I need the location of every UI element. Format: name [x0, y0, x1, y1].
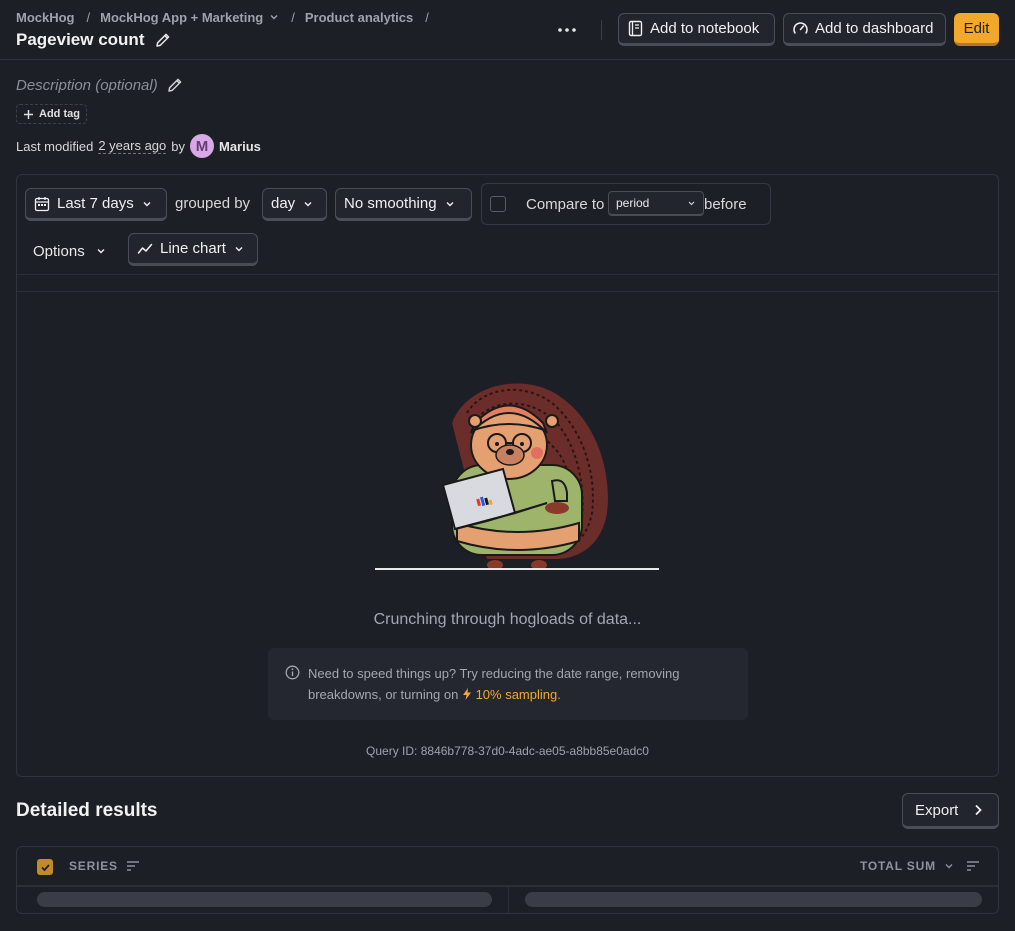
date-range-picker[interactable]: Last 7 days — [25, 188, 167, 221]
smoothing-value: No smoothing — [344, 195, 437, 212]
column-divider — [508, 887, 509, 913]
plus-icon — [24, 109, 33, 119]
chevron-down-icon — [143, 201, 151, 206]
chevron-down-icon — [235, 246, 243, 251]
breadcrumb-separator: / — [86, 10, 91, 25]
more-horizontal-icon — [558, 28, 576, 32]
loading-skeleton — [37, 892, 492, 907]
select-all-checkbox[interactable] — [37, 859, 53, 875]
smoothing-select[interactable]: No smoothing — [335, 188, 472, 221]
options-label: Options — [33, 242, 85, 260]
compare-checkbox[interactable] — [490, 196, 506, 212]
modified-user[interactable]: Marius — [219, 139, 261, 154]
breadcrumb-section[interactable]: Product analytics — [305, 10, 413, 25]
chart-type-label: Line chart — [160, 240, 226, 257]
modified-time: 2 years ago — [98, 138, 167, 154]
interval-select[interactable]: day — [262, 188, 327, 221]
pencil-icon[interactable] — [166, 76, 184, 94]
breadcrumb-org[interactable]: MockHog — [16, 10, 75, 25]
chevron-right-icon — [975, 804, 983, 816]
grouped-by-label: grouped by — [175, 195, 251, 212]
column-header-total-sum[interactable]: TOTAL SUM — [860, 859, 980, 873]
chevron-down-icon — [688, 201, 695, 205]
edit-button[interactable]: Edit — [954, 13, 999, 46]
compare-period-value: period — [616, 196, 650, 210]
loading-message: Crunching through hogloads of data... — [373, 611, 642, 628]
insight-card: Last 7 days grouped by day No smoothing … — [16, 174, 999, 777]
breadcrumb-project[interactable]: MockHog App + Marketing — [100, 10, 263, 25]
loading-skeleton — [525, 892, 982, 907]
sort-icon — [966, 861, 979, 871]
check-icon — [40, 863, 50, 871]
line-chart-icon — [137, 243, 153, 254]
add-to-notebook-button[interactable]: Add to notebook — [618, 13, 775, 46]
modified-by: by — [171, 138, 185, 154]
page-title-text: Pageview count — [16, 30, 145, 49]
chevron-down-icon — [97, 249, 105, 254]
chevron-down-icon — [446, 201, 454, 206]
compare-suffix-label: before — [704, 196, 747, 213]
hedgehog-laptop-illustration — [375, 383, 659, 570]
export-label: Export — [915, 801, 959, 819]
export-button[interactable]: Export — [902, 793, 999, 829]
edit-button-label: Edit — [963, 19, 990, 37]
chevron-down-icon[interactable] — [269, 12, 279, 24]
column-header-series[interactable]: SERIES — [69, 859, 140, 873]
toolbar-divider — [601, 20, 602, 40]
compare-to-label: Compare to — [526, 196, 605, 213]
add-tag-label: Add tag — [39, 108, 80, 120]
chart-top-divider — [17, 291, 998, 292]
pencil-icon[interactable] — [154, 31, 172, 49]
description-field[interactable]: Description (optional) — [16, 76, 184, 94]
chevron-down-icon — [945, 864, 953, 869]
table-header: SERIES TOTAL SUM — [17, 847, 998, 887]
lightning-icon — [462, 688, 471, 700]
results-table: SERIES TOTAL SUM — [16, 846, 999, 914]
breadcrumb-separator: / — [291, 10, 295, 25]
sampling-link-text: 10% sampling — [475, 687, 558, 702]
page-title: Pageview count — [16, 30, 172, 50]
speed-hint-box: Need to speed things up? Try reducing th… — [268, 648, 748, 720]
add-tag-button[interactable]: Add tag — [16, 104, 87, 124]
column-series-label: SERIES — [69, 859, 118, 873]
add-to-dashboard-label: Add to dashboard — [815, 20, 934, 37]
detailed-results-title: Detailed results — [16, 800, 158, 821]
interval-value: day — [271, 195, 296, 212]
add-to-notebook-label: Add to notebook — [650, 20, 760, 37]
last-modified: Last modified 2 years ago by M Marius — [16, 134, 261, 158]
chart-type-select[interactable]: Line chart — [128, 233, 258, 266]
avatar: M — [190, 134, 214, 158]
breadcrumb: MockHog / MockHog App + Marketing / Prod… — [16, 10, 439, 25]
notebook-icon — [628, 20, 643, 37]
sort-icon — [126, 861, 139, 871]
calendar-icon — [34, 196, 50, 211]
column-total-sum-label: TOTAL SUM — [860, 859, 936, 873]
chevron-down-icon — [304, 201, 312, 206]
options-button[interactable]: Options — [25, 237, 115, 265]
modified-prefix: Last modified — [16, 138, 94, 154]
sampling-link[interactable]: 10% sampling — [462, 687, 557, 702]
info-icon — [285, 665, 300, 680]
description-placeholder: Description (optional) — [16, 76, 158, 94]
more-options-button[interactable] — [553, 18, 581, 42]
hint-end: . — [557, 687, 561, 702]
query-id: Query ID: 8846b778-37d0-4adc-ae05-a8bb85… — [366, 744, 649, 758]
filters-divider — [17, 274, 998, 275]
breadcrumb-separator: / — [425, 10, 429, 25]
compare-period-select[interactable]: period — [608, 191, 704, 216]
dashboard-gauge-icon — [793, 22, 808, 34]
date-range-label: Last 7 days — [57, 195, 134, 212]
top-bar: MockHog / MockHog App + Marketing / Prod… — [0, 0, 1015, 60]
add-to-dashboard-button[interactable]: Add to dashboard — [783, 13, 946, 46]
compare-to-control: Compare to period before — [481, 183, 771, 225]
